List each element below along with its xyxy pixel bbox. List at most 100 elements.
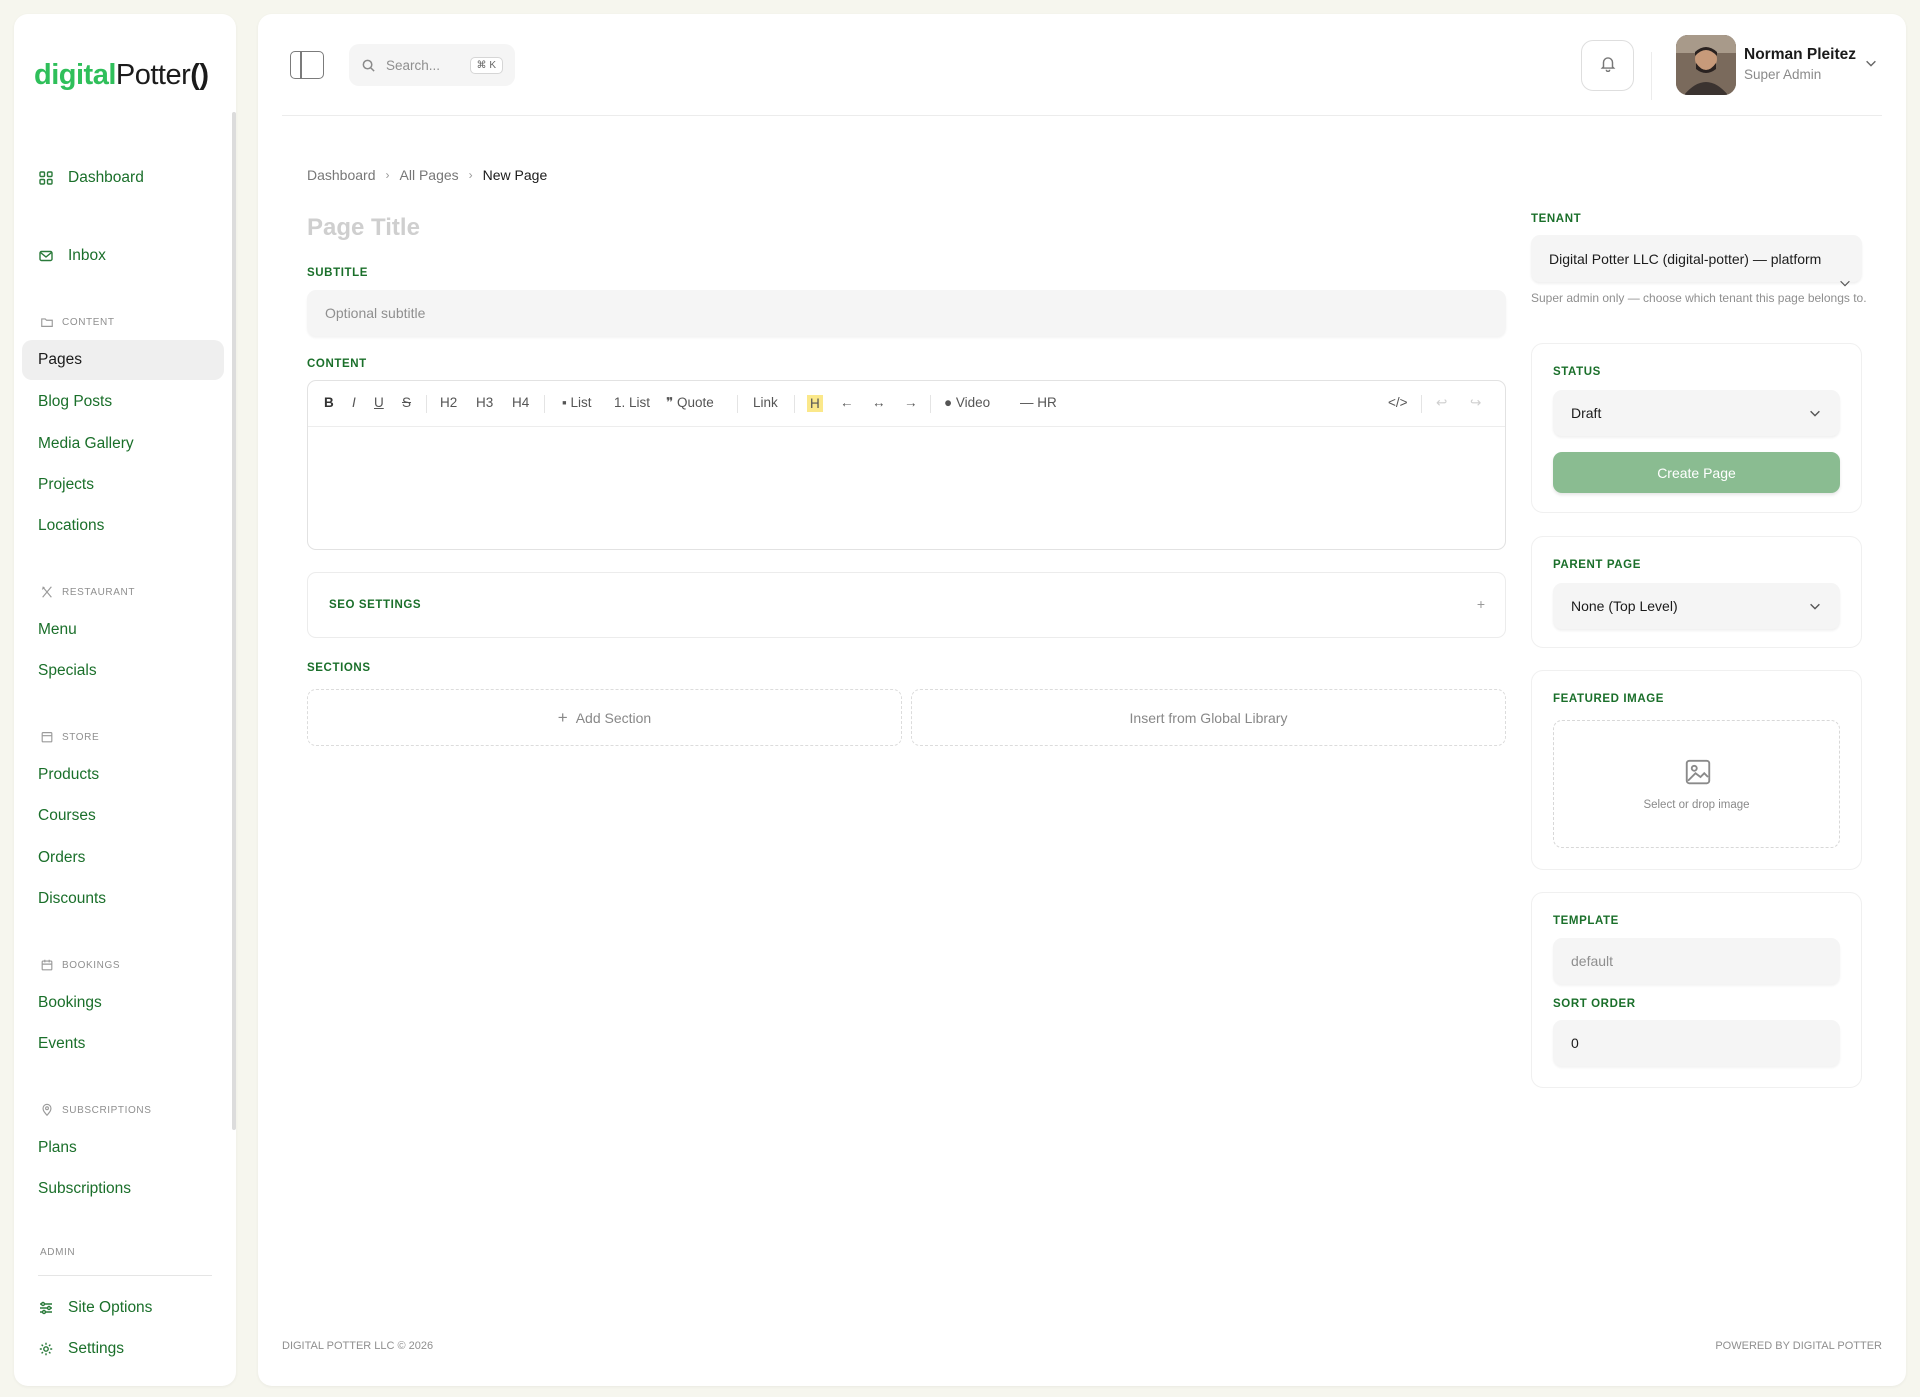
user-role: Super Admin <box>1744 67 1822 82</box>
sidebar-item-label: Site Options <box>68 1299 153 1316</box>
search-box[interactable]: Search... ⌘ K <box>349 44 515 86</box>
sidebar-item-orders[interactable]: Orders <box>22 838 224 878</box>
tenant-label: TENANT <box>1531 213 1582 225</box>
chevron-down-icon <box>1808 406 1822 420</box>
notifications-button[interactable] <box>1581 40 1634 91</box>
featured-image-dropzone[interactable]: Select or drop image <box>1553 720 1840 848</box>
sidebar-item-specials[interactable]: Specials <box>22 651 224 691</box>
breadcrumb-dashboard[interactable]: Dashboard <box>307 167 376 183</box>
bullet-list-label: List <box>570 395 592 410</box>
chevron-down-icon[interactable] <box>1864 56 1878 70</box>
sidebar-item-bookings[interactable]: Bookings <box>22 983 224 1023</box>
add-section-button[interactable]: + Add Section <box>307 689 902 746</box>
sidebar-item-events[interactable]: Events <box>22 1024 224 1064</box>
sidebar-item-subscriptions[interactable]: Subscriptions <box>22 1169 224 1209</box>
hr-button[interactable]: — HR <box>1020 395 1057 410</box>
sidebar-toggle-icon <box>300 52 302 78</box>
sidebar-item-blog-posts[interactable]: Blog Posts <box>22 382 224 422</box>
h4-button[interactable]: H4 <box>512 395 529 410</box>
parent-page-select[interactable]: None (Top Level) <box>1553 583 1840 629</box>
strikethrough-button[interactable]: S <box>402 395 411 410</box>
align-center-button[interactable]: ↔ <box>872 395 886 410</box>
bell-icon <box>1599 54 1617 77</box>
map-pin-icon <box>40 1103 54 1117</box>
section-label: SUBSCRIPTIONS <box>62 1104 152 1116</box>
toolbar-divider <box>930 395 931 413</box>
sort-order-input[interactable]: 0 <box>1553 1020 1840 1066</box>
italic-button[interactable]: I <box>352 395 356 410</box>
breadcrumb-all-pages[interactable]: All Pages <box>400 167 459 183</box>
sidebar-item-label: Bookings <box>38 994 102 1011</box>
search-placeholder: Search... <box>386 57 441 73</box>
template-input[interactable]: default <box>1553 938 1840 984</box>
sidebar-item-pages[interactable]: Pages <box>22 340 224 380</box>
image-icon <box>1683 757 1713 787</box>
quote-button[interactable]: ❞ Quote <box>666 395 714 411</box>
h3-button[interactable]: H3 <box>476 395 493 410</box>
link-button[interactable]: Link <box>753 395 778 410</box>
sidebar-item-site-options[interactable]: Site Options <box>22 1288 224 1328</box>
parent-page-label: PARENT PAGE <box>1553 559 1641 571</box>
chevron-right-icon: › <box>385 168 390 182</box>
footer-powered-by[interactable]: POWERED BY DIGITAL POTTER <box>1715 1340 1882 1352</box>
section-label: STORE <box>62 731 100 743</box>
sidebar-item-projects[interactable]: Projects <box>22 465 224 505</box>
sidebar-scrollbar[interactable] <box>232 112 236 1130</box>
user-name[interactable]: Norman Pleitez <box>1744 46 1856 64</box>
video-button[interactable]: ● Video <box>944 395 990 410</box>
store-icon <box>40 730 54 744</box>
tenant-value: Digital Potter LLC (digital-potter) — pl… <box>1549 250 1822 267</box>
status-select[interactable]: Draft <box>1553 390 1840 436</box>
align-left-button[interactable]: ← <box>840 395 854 410</box>
page-title-input[interactable]: Page Title <box>307 214 420 242</box>
bullet-icon: ▪ <box>562 395 571 410</box>
video-label: Video <box>955 395 991 410</box>
topbar-divider <box>282 115 1882 116</box>
highlight-button[interactable]: H <box>807 395 823 412</box>
seo-settings-accordion[interactable]: SEO SETTINGS + <box>307 572 1506 638</box>
sidebar-item-label: Subscriptions <box>38 1180 132 1197</box>
sidebar-item-products[interactable]: Products <box>22 755 224 795</box>
redo-button[interactable]: ↪ <box>1470 395 1481 411</box>
sidebar-item-label: Events <box>38 1035 86 1052</box>
create-page-button[interactable]: Create Page <box>1553 452 1840 493</box>
section-label: CONTENT <box>62 316 115 328</box>
code-view-button[interactable]: </> <box>1388 395 1408 410</box>
bold-button[interactable]: B <box>324 395 334 410</box>
sidebar-item-plans[interactable]: Plans <box>22 1128 224 1168</box>
logo[interactable]: digitalPotter() <box>34 59 209 92</box>
toolbar-divider <box>426 395 427 413</box>
sidebar-item-discounts[interactable]: Discounts <box>22 879 224 919</box>
subtitle-input[interactable]: Optional subtitle <box>307 290 1506 336</box>
sidebar-item-media-gallery[interactable]: Media Gallery <box>22 424 224 464</box>
sidebar-toggle-button[interactable] <box>290 51 324 79</box>
undo-button[interactable]: ↩ <box>1436 395 1447 411</box>
sidebar-item-inbox[interactable]: Inbox <box>22 236 224 276</box>
sidebar-item-label: Media Gallery <box>38 435 134 452</box>
underline-button[interactable]: U <box>374 395 384 410</box>
sort-order-label: SORT ORDER <box>1553 998 1636 1010</box>
sidebar-item-settings[interactable]: Settings <box>22 1329 224 1369</box>
sidebar-section-subscriptions: SUBSCRIPTIONS <box>40 1103 151 1117</box>
align-right-button[interactable]: → <box>904 395 918 410</box>
sidebar-item-dashboard[interactable]: Dashboard <box>22 158 224 198</box>
ordered-list-button[interactable]: 1. List <box>614 395 650 410</box>
add-section-label: Add Section <box>575 709 652 726</box>
sidebar-item-courses[interactable]: Courses <box>22 796 224 836</box>
logo-part-digital: digital <box>34 59 116 91</box>
avatar[interactable] <box>1676 35 1736 95</box>
plus-icon[interactable]: + <box>1477 596 1485 612</box>
sidebar-item-label: Menu <box>38 621 77 638</box>
sidebar-section-content: CONTENT <box>40 315 115 329</box>
sidebar-item-menu[interactable]: Menu <box>22 610 224 650</box>
h2-button[interactable]: H2 <box>440 395 457 410</box>
bullet-list-button[interactable]: ▪ List <box>562 395 592 410</box>
tenant-select[interactable]: Digital Potter LLC (digital-potter) — pl… <box>1531 235 1862 286</box>
insert-from-library-button[interactable]: Insert from Global Library <box>911 689 1506 746</box>
mail-icon <box>38 248 54 264</box>
sidebar-item-locations[interactable]: Locations <box>22 506 224 546</box>
sidebar-item-label: Pages <box>38 351 82 368</box>
plus-icon: + <box>557 707 568 727</box>
sidebar-item-label: Locations <box>38 517 105 534</box>
content-editor[interactable]: B I U S H2 H3 H4 ▪ List 1. List ❞ Quote … <box>307 380 1506 550</box>
